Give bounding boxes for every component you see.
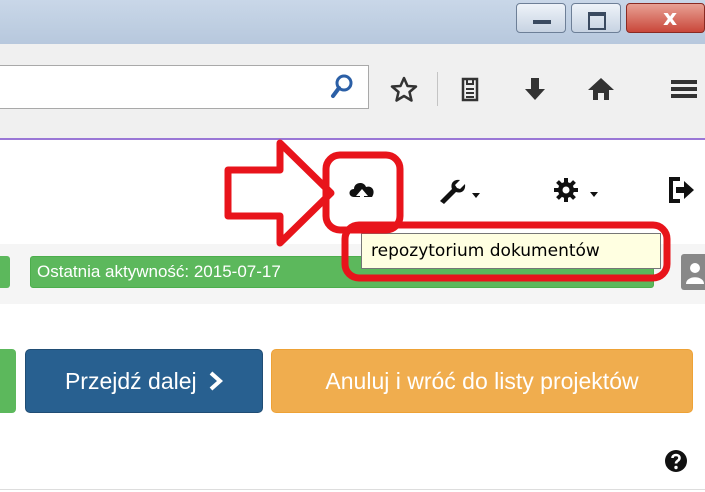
help-icon[interactable] — [664, 449, 688, 473]
cancel-button-label: Anuluj i wróć do listy projektów — [325, 368, 639, 394]
annotation-overlay — [224, 139, 671, 282]
annotation-tooltip-box — [341, 221, 671, 282]
next-button-label: Przejdź dalej — [64, 368, 197, 394]
annotation-icon-box — [322, 151, 404, 234]
bottom-divider — [0, 489, 705, 490]
left-green-button[interactable] — [0, 349, 16, 413]
cancel-button[interactable]: Anuluj i wróć do listy projektów — [271, 349, 693, 413]
annotation-arrow — [224, 139, 335, 247]
chevron-right-icon — [209, 371, 224, 391]
next-button[interactable]: Przejdź dalej — [25, 349, 263, 413]
